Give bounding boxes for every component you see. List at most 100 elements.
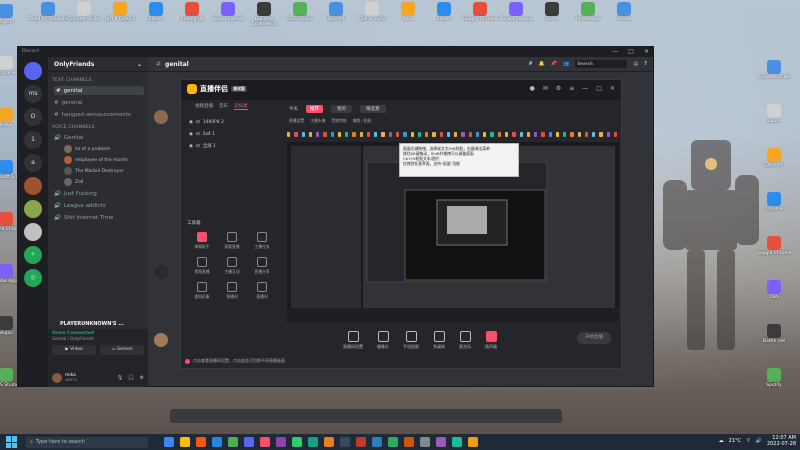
gift-icon[interactable]	[359, 132, 363, 137]
left-tab[interactable]: 视频直播	[195, 103, 213, 109]
taskbar-app-icon[interactable]	[324, 437, 334, 447]
center-tab[interactable]: 精选我	[360, 105, 386, 113]
gift-icon[interactable]	[410, 132, 414, 137]
gift-icon[interactable]	[555, 132, 560, 137]
gift-icon[interactable]	[366, 132, 371, 137]
bottom-action[interactable]: 麦克风	[459, 330, 471, 350]
server-icon[interactable]: a	[24, 154, 42, 172]
taskbar-app-icon[interactable]	[372, 437, 382, 447]
close-button[interactable]: ✕	[644, 48, 649, 55]
taskbar-app-icon[interactable]	[436, 437, 446, 447]
avatar[interactable]	[52, 373, 62, 383]
taskbar-app-icon[interactable]	[196, 437, 206, 447]
gift-icon[interactable]	[570, 132, 574, 137]
message-input[interactable]	[170, 409, 562, 423]
desktop-icon[interactable]: Discord	[754, 148, 794, 168]
members-icon[interactable]: 👥	[563, 61, 569, 67]
tool-item[interactable]: 直播间	[247, 282, 277, 300]
eye-icon[interactable]: ◉	[189, 132, 193, 137]
menu-icon[interactable]: ≡	[569, 85, 574, 92]
scene-item[interactable]: ◉ ⊡ 全屏 1	[181, 140, 281, 152]
gift-icon[interactable]	[519, 132, 523, 137]
voice-channel-item[interactable]: 🔊 League addicts	[54, 201, 148, 210]
voice-user[interactable]: lol of a problem	[64, 145, 148, 153]
scene-item[interactable]: ◉ ⊡ Sz4 1	[181, 128, 281, 140]
volume-icon[interactable]: 🔊	[756, 438, 762, 444]
voice-channel-item[interactable]: 🔊 Just Fucking	[54, 189, 148, 198]
help-icon[interactable]: ?	[644, 61, 647, 67]
server-icon[interactable]: 1	[24, 131, 42, 149]
gear-icon[interactable]: ⚙	[140, 375, 144, 381]
gift-icon[interactable]	[381, 132, 385, 137]
desktop-icon[interactable]: Steam	[136, 2, 176, 22]
text-category-label[interactable]: TEXT CHANNELS	[52, 78, 148, 83]
gift-icon[interactable]	[592, 132, 596, 137]
gift-icon[interactable]	[294, 132, 298, 137]
gift-icon[interactable]	[352, 132, 356, 137]
gift-icon[interactable]	[577, 132, 581, 137]
minimize-icon[interactable]: —	[582, 85, 588, 92]
gift-icon[interactable]	[345, 132, 349, 137]
tool-item[interactable]: 主播任务	[247, 232, 277, 250]
gift-icon[interactable]	[563, 132, 567, 137]
desktop-icon[interactable]: Counter-Strike	[754, 60, 794, 80]
taskbar-app-icon[interactable]	[420, 437, 430, 447]
lock-icon[interactable]: ⊡	[196, 144, 200, 149]
taskbar-app-icon[interactable]	[180, 437, 190, 447]
taskbar-app-icon[interactable]	[276, 437, 286, 447]
desktop-icon[interactable]: Zoom	[754, 104, 794, 124]
gift-icon[interactable]	[512, 132, 516, 137]
desktop-icon[interactable]: Apex	[388, 2, 428, 22]
gift-icon[interactable]	[330, 132, 334, 137]
taskbar-app-icon[interactable]	[292, 437, 302, 447]
close-icon[interactable]: ✕	[610, 85, 615, 92]
gift-icon[interactable]	[417, 132, 422, 137]
gift-icon[interactable]	[454, 132, 458, 137]
gift-icon[interactable]	[323, 132, 327, 137]
tool-item[interactable]: 弹幕助手	[187, 232, 217, 250]
taskbar-app-icon[interactable]	[260, 437, 270, 447]
channel-item[interactable]: # hangout-announcements	[54, 110, 148, 119]
gift-icon[interactable]	[483, 132, 487, 137]
desktop-icon[interactable]: Among Us	[172, 2, 212, 22]
gift-icon[interactable]	[374, 132, 378, 137]
desktop-icon[interactable]: Zoom	[532, 2, 572, 22]
server-icon[interactable]	[24, 200, 42, 218]
desktop-icon[interactable]: Google Chrome	[460, 2, 500, 22]
gift-icon[interactable]	[432, 132, 436, 137]
minimize-button[interactable]: —	[612, 48, 618, 55]
server-icon[interactable]: ◎	[24, 269, 42, 287]
taskbar-app-icon[interactable]	[244, 437, 254, 447]
server-icon[interactable]	[24, 62, 42, 80]
desktop-icon[interactable]: Steam	[424, 2, 464, 22]
gift-icon[interactable]	[541, 132, 545, 137]
taskbar-app-icon[interactable]	[212, 437, 222, 447]
gift-icon[interactable]	[475, 132, 480, 137]
tool-item[interactable]: 虚拟形象	[187, 282, 217, 300]
search-input[interactable]: Search	[575, 60, 628, 68]
gift-icon[interactable]	[425, 132, 429, 137]
weather-icon[interactable]: ☁	[719, 438, 724, 444]
left-tab[interactable]: 音乐	[219, 103, 228, 109]
maximize-button[interactable]: □	[628, 48, 634, 55]
left-tab[interactable]: 竞技类	[234, 103, 248, 110]
gift-icon[interactable]	[613, 132, 618, 137]
voice-location[interactable]: Genital / OnlyFriends	[52, 336, 144, 341]
taskbar-app-icon[interactable]	[404, 437, 414, 447]
tool-item[interactable]: 观看直播	[217, 232, 247, 250]
desktop-icon[interactable]: Discord	[316, 2, 356, 22]
gift-icon[interactable]	[606, 132, 610, 137]
gift-icon[interactable]	[461, 132, 465, 137]
gift-icon[interactable]	[468, 132, 472, 137]
gift-icon[interactable]	[316, 132, 320, 137]
sub-option[interactable]: 直播设置	[289, 118, 304, 124]
center-tab[interactable]: 我的	[331, 105, 352, 113]
desktop-icon[interactable]: Counter-Strike	[64, 2, 104, 22]
eye-icon[interactable]: ◉	[189, 120, 193, 125]
bottom-action[interactable]: 手机投屏	[403, 330, 419, 350]
desktop-icon[interactable]: Rocket League	[496, 2, 536, 22]
pin-icon[interactable]: 📌	[551, 61, 557, 67]
bottom-action[interactable]: 摄像头	[377, 330, 389, 350]
server-icon[interactable]: +	[24, 246, 42, 264]
message-avatar[interactable]	[154, 110, 168, 124]
